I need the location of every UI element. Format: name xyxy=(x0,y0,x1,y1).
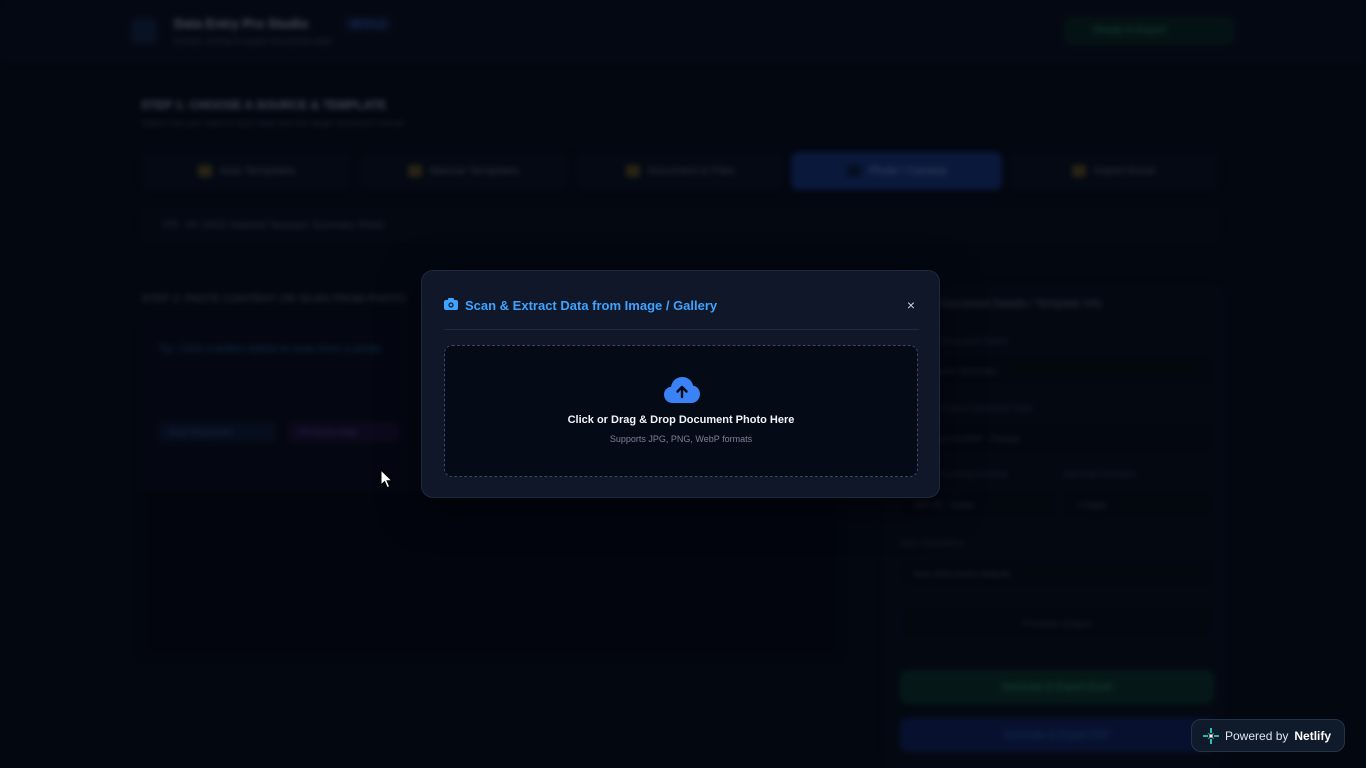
netlify-brand: Netlify xyxy=(1294,728,1332,743)
close-button[interactable]: × xyxy=(903,297,919,313)
dropzone-subtitle: Supports JPG, PNG, WebP formats xyxy=(609,434,753,444)
netlify-badge[interactable]: Powered by Netlify xyxy=(1191,719,1345,752)
modal-title: Scan & Extract Data from Image / Gallery xyxy=(465,298,718,313)
netlify-icon xyxy=(1203,727,1219,744)
dropzone-title: Click or Drag & Drop Document Photo Here xyxy=(567,414,795,426)
scan-modal: Scan & Extract Data from Image / Gallery… xyxy=(421,270,940,498)
mouse-cursor-icon xyxy=(380,469,393,489)
netlify-prefix: Powered by xyxy=(1225,728,1289,743)
photo-dropzone[interactable]: Click or Drag & Drop Document Photo Here… xyxy=(444,345,918,477)
modal-header: Scan & Extract Data from Image / Gallery… xyxy=(444,291,919,330)
camera-icon xyxy=(444,298,458,310)
cloud-upload-icon xyxy=(664,377,700,403)
